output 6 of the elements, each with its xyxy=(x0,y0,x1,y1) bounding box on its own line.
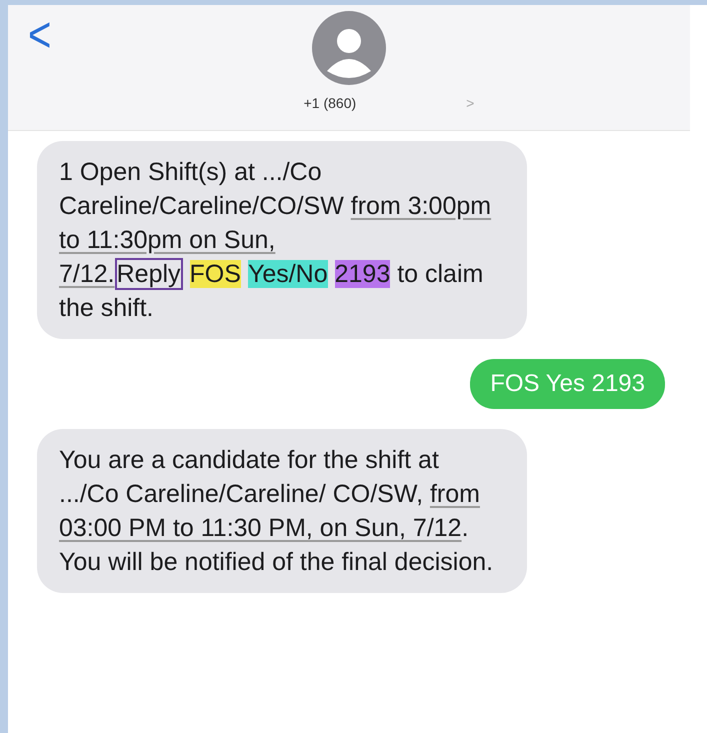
sent-message-bubble: FOS Yes 2193 xyxy=(470,359,665,409)
avatar-icon xyxy=(312,11,386,85)
received-message-bubble: 1 Open Shift(s) at .../Co Careline/Careline/CO/SW from 3:00pm to 11:30pm on Sun, 7/12.Reply FOS Yes/No 2193 to claim the shift. xyxy=(37,141,527,339)
contact-number[interactable]: +1 (860) xyxy=(304,93,356,114)
back-button[interactable]: < xyxy=(28,8,52,62)
received-message-bubble: You are a candidate for the shift at .../Co Careline/Careline/ CO/SW, from 03:00 PM to 11:30 PM, on Sun, 7/12. You will be notified of the final decision. xyxy=(37,429,527,593)
